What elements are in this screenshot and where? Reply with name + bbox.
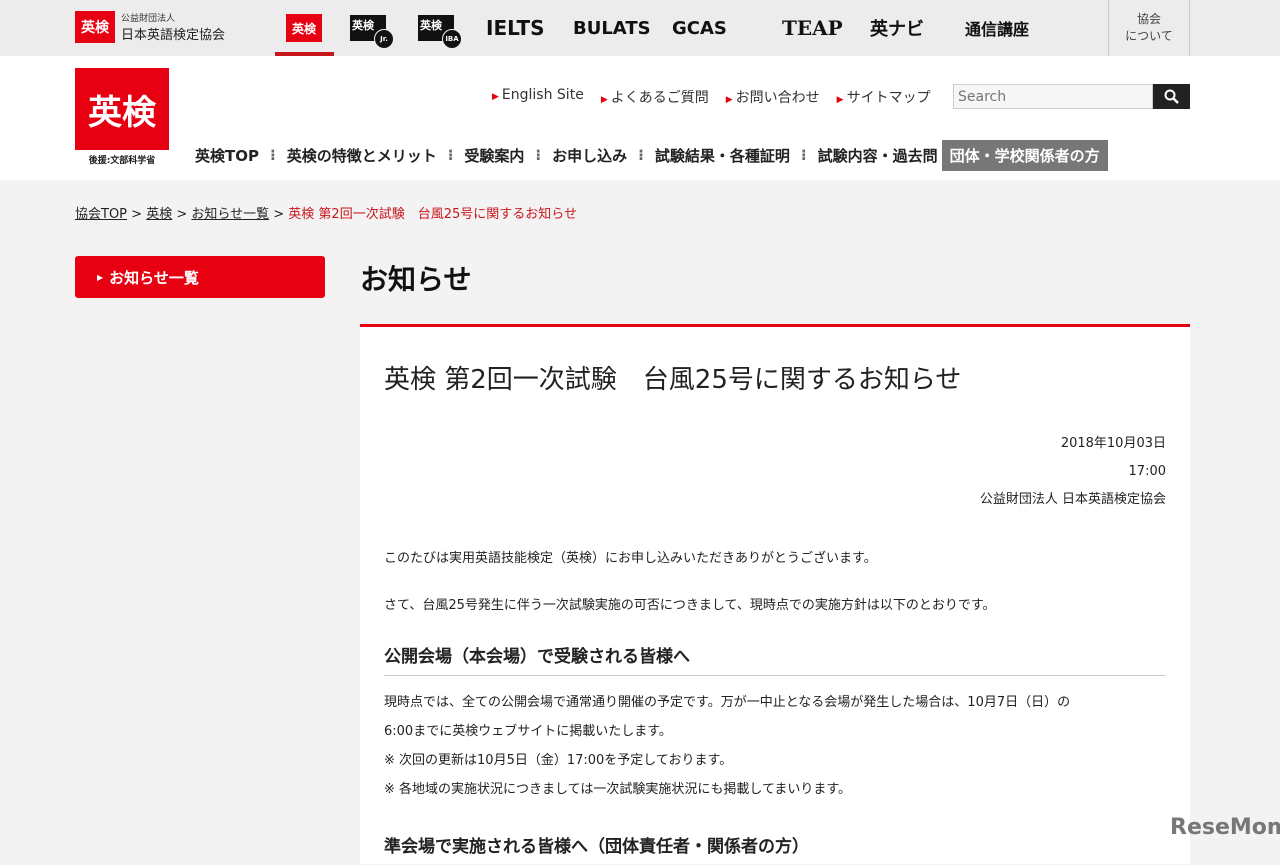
article-time: 17:00	[1128, 464, 1166, 479]
triangle-icon: ▶	[725, 95, 733, 105]
triangle-icon: ▶	[97, 272, 104, 282]
link-label: お問い合わせ	[735, 90, 820, 106]
sitemap-link[interactable]: ▶ サイトマップ	[837, 87, 931, 107]
notice-line: 6:00までに英検ウェブサイトに掲載いたします。	[384, 724, 672, 739]
triangle-icon: ▶	[836, 95, 844, 105]
breadcrumb-association-top[interactable]: 協会TOP	[75, 207, 127, 222]
resemom-watermark: ReseMom	[1170, 815, 1280, 840]
global-nav: 英検TOP ⁝ 英検の特徴とメリット ⁝ 受験案内 ⁝ お申し込み ⁝ 試験結果・各種証…	[195, 139, 1108, 171]
article-title: 英検 第2回一次試験 台風25号に関するお知らせ	[384, 365, 962, 395]
nav-eiken-top[interactable]: 英検TOP	[195, 145, 259, 166]
search-form	[953, 84, 1190, 109]
sidebar-item-label: お知らせ一覧	[109, 268, 199, 287]
utility-links: ▶ English Site ▶ よくあるご質問 ▶ お問い合わせ ▶ サイトマップ	[492, 87, 931, 107]
brand-bulats[interactable]: BULATS	[573, 8, 651, 48]
breadcrumb: 協会TOP > 英検 > お知らせ一覧 > 英検 第2回一次試験 台風25号に関…	[75, 207, 577, 222]
brand-teap[interactable]: TEAP	[782, 8, 843, 48]
eiken-mark: 英検	[75, 11, 115, 43]
brand-eiken-jr[interactable]: 英検 Jr.	[350, 8, 394, 49]
paragraph-intro: このたびは実用英語技能検定（英検）にお申し込みいただきありがとうございます。	[384, 551, 877, 566]
link-label: サイトマップ	[846, 90, 931, 106]
eiken-iba-logo: 英検	[420, 19, 442, 32]
nav-results[interactable]: 試験結果・各種証明	[655, 145, 790, 166]
public-venue-notice: 現時点では、全ての公開会場で通常通り開催の予定です。万が一中止となる会場が発生し…	[384, 688, 1166, 804]
notice-line: ※ 次回の更新は10月5日（金）17:00を予定しております。	[384, 753, 733, 768]
brand-einavi[interactable]: 英ナビ	[870, 8, 924, 48]
eiken-logo-link[interactable]: 英検	[75, 68, 169, 150]
article-author: 公益財団法人 日本英語検定協会	[979, 492, 1166, 507]
top-brand-bar: 英検 公益財団法人 日本英語検定協会 英検 英検 Jr. 英検 IBA IELTS B…	[0, 0, 1280, 56]
contact-link[interactable]: ▶ お問い合わせ	[726, 87, 820, 107]
search-icon	[1164, 89, 1179, 104]
brand-correspondence-course[interactable]: 通信講座	[965, 8, 1029, 48]
nav-features[interactable]: 英検の特徴とメリット	[287, 145, 437, 166]
nav-past-papers[interactable]: 試験内容・過去問	[818, 145, 938, 166]
faq-link[interactable]: ▶ よくあるご質問	[601, 87, 709, 107]
nav-groups-schools[interactable]: 団体・学校関係者の方	[941, 139, 1108, 171]
link-label: English Site	[501, 87, 584, 103]
nav-separator: ⁝	[447, 146, 454, 164]
nav-separator: ⁝	[638, 146, 644, 164]
brand-ielts[interactable]: IELTS	[486, 8, 545, 48]
section-heading-public-venues: 公開会場（本会場）で受験される皆様へ	[384, 642, 1166, 676]
triangle-icon: ▶	[600, 95, 608, 105]
paragraph-policy: さて、台風25号発生に伴う一次試験実施の可否につきまして、現時点での実施方針は以…	[384, 598, 996, 613]
nav-separator: ⁝	[535, 146, 542, 164]
breadcrumb-eiken[interactable]: 英検	[146, 207, 172, 222]
nav-application[interactable]: お申し込み	[552, 145, 627, 166]
search-input[interactable]	[953, 84, 1153, 109]
about-label-2: について	[1125, 29, 1173, 43]
org-name: 日本英語検定協会	[121, 28, 226, 43]
eiken-jr-logo: 英検	[352, 19, 374, 32]
about-association-link[interactable]: 協会 について	[1108, 0, 1190, 56]
brand-gcas[interactable]: GCAS	[672, 8, 727, 48]
org-logo-link[interactable]: 英検 公益財団法人日本英語検定協会	[75, 11, 225, 43]
breadcrumb-current: 英検 第2回一次試験 台風25号に関するお知らせ	[288, 207, 577, 222]
logo-sponsor: 後援:文部科学省	[88, 156, 156, 166]
search-button[interactable]	[1153, 84, 1190, 109]
section-heading-semi-venues: 準会場で実施される皆様へ（団体責任者・関係者の方）	[384, 837, 809, 857]
notice-line: 現時点では、全ての公開会場で通常通り開催の予定です。万が一中止となる会場が発生し…	[384, 695, 1071, 710]
org-type: 公益財団法人	[121, 14, 176, 24]
site-header: 英検 後援:文部科学省 ▶ English Site ▶ よくあるご質問 ▶ お問い合…	[0, 56, 1280, 180]
brand-eiken[interactable]: 英検	[286, 8, 322, 48]
nav-exam-guide[interactable]: 受験案内	[464, 145, 524, 166]
nav-separator: ⁝	[800, 146, 807, 164]
nav-separator: ⁝	[269, 146, 276, 164]
english-site-link[interactable]: ▶ English Site	[492, 87, 584, 107]
iba-badge: IBA	[442, 29, 462, 49]
about-label-1: 協会	[1136, 12, 1161, 26]
page-title: お知らせ	[360, 263, 472, 296]
article-date: 2018年10月03日	[1060, 436, 1166, 451]
eiken-logo: 英検	[286, 14, 322, 42]
breadcrumb-news-list[interactable]: お知らせ一覧	[191, 207, 269, 222]
jr-badge: Jr.	[374, 29, 394, 49]
link-label: よくあるご質問	[610, 90, 709, 106]
article: 英検 第2回一次試験 台風25号に関するお知らせ 2018年10月03日 17:…	[360, 324, 1190, 864]
notice-line: ※ 各地域の実施状況につきましては一次試験実施状況にも掲載してまいります。	[384, 782, 852, 797]
sidebar-item-news-list[interactable]: ▶ お知らせ一覧	[75, 256, 325, 298]
triangle-icon: ▶	[492, 92, 499, 102]
brand-eiken-iba[interactable]: 英検 IBA	[418, 8, 462, 49]
